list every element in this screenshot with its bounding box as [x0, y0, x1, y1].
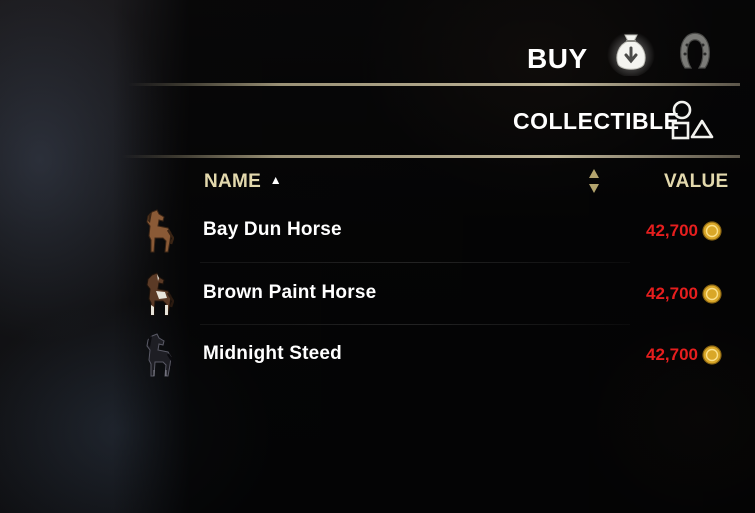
list-item[interactable]: Bay Dun Horse 42,700 — [132, 202, 732, 260]
item-price: 42,700 — [646, 345, 698, 364]
item-name: Bay Dun Horse — [203, 219, 342, 240]
gold-coin-icon — [702, 345, 722, 365]
item-price: 42,700 — [646, 284, 698, 303]
item-name: Brown Paint Horse — [203, 282, 377, 303]
sort-toggle-icon[interactable] — [588, 167, 600, 195]
list-item[interactable]: Midnight Steed 42,700 — [132, 326, 732, 384]
sort-ascending-icon: ▲ — [269, 173, 282, 187]
gold-coin-icon — [702, 284, 722, 304]
list-item[interactable]: Brown Paint Horse 42,700 — [132, 265, 732, 323]
item-name: Midnight Steed — [203, 343, 342, 364]
tab-collectible-label: COLLECTIBLE — [513, 108, 680, 134]
row-divider — [200, 324, 630, 325]
row-divider — [200, 262, 630, 263]
column-name-label: NAME — [204, 171, 262, 192]
column-header-value[interactable]: VALUE — [664, 171, 728, 193]
shapes-icon[interactable] — [668, 99, 716, 143]
column-header-name[interactable]: NAME ▲ — [204, 171, 282, 193]
horseshoe-icon[interactable] — [676, 30, 714, 72]
tab-divider-bottom — [122, 155, 740, 158]
item-price: 42,700 — [646, 221, 698, 240]
tab-buy-label: BUY — [527, 43, 588, 74]
horse-bay-dun-icon — [138, 208, 175, 254]
horse-midnight-icon — [138, 332, 175, 378]
money-bag-icon[interactable] — [606, 26, 656, 77]
tab-divider-top — [128, 83, 740, 86]
horse-brown-paint-icon — [138, 271, 175, 317]
gold-coin-icon — [702, 221, 722, 241]
